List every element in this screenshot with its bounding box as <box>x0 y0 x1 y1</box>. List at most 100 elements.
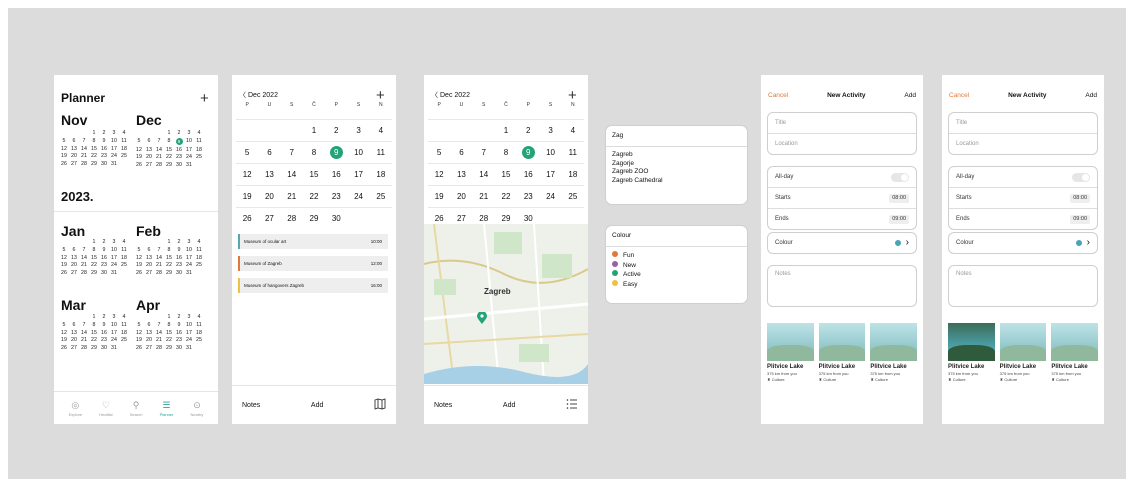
day-cell[interactable]: 13 <box>144 255 154 263</box>
day-cell[interactable]: 27 <box>144 345 154 353</box>
day-cell[interactable]: 21 <box>154 337 164 345</box>
day-cell[interactable]: 6 <box>144 322 154 330</box>
day-cell[interactable]: 14 <box>154 147 164 155</box>
day-cell[interactable]: 2 <box>517 126 539 135</box>
day-cell[interactable]: 26 <box>134 162 144 170</box>
day-cell[interactable]: 25 <box>119 262 129 270</box>
notes-field[interactable]: Notes <box>948 265 1098 307</box>
day-cell[interactable]: 1 <box>164 314 174 322</box>
day-cell[interactable]: 12 <box>236 170 258 179</box>
day-cell[interactable]: 7 <box>79 138 89 146</box>
day-cell[interactable]: 16 <box>99 255 109 263</box>
day-cell[interactable]: 18 <box>119 330 129 338</box>
day-cell[interactable]: 30 <box>325 214 347 223</box>
day-cell[interactable]: 14 <box>79 255 89 263</box>
search-result[interactable]: Zagreb ZOO <box>612 168 741 177</box>
day-cell[interactable]: 9 <box>99 247 109 255</box>
day-cell[interactable]: 25 <box>119 153 129 161</box>
day-cell[interactable]: 19 <box>59 153 69 161</box>
day-cell[interactable]: 12 <box>428 170 450 179</box>
day-cell[interactable]: 9 <box>517 146 539 159</box>
event-item[interactable]: Museum of Zagreb 12:00 <box>238 256 388 271</box>
day-cell[interactable]: 28 <box>154 345 164 353</box>
day-cell[interactable]: 16 <box>174 330 184 338</box>
day-cell[interactable]: 22 <box>89 337 99 345</box>
day-cell[interactable]: 12 <box>59 330 69 338</box>
day-cell[interactable]: 30 <box>99 270 109 278</box>
day-cell[interactable]: 20 <box>144 262 154 270</box>
day-cell[interactable]: 31 <box>184 270 194 278</box>
notes-field[interactable]: Notes <box>767 265 917 307</box>
day-cell[interactable]: 4 <box>194 314 204 322</box>
day-cell[interactable]: 8 <box>89 138 99 146</box>
day-cell[interactable]: 22 <box>164 337 174 345</box>
day-cell[interactable]: 17 <box>109 146 119 154</box>
day-cell[interactable]: 8 <box>164 138 174 147</box>
day-cell[interactable]: 11 <box>119 138 129 146</box>
ends-time[interactable]: 09:00 <box>889 214 909 224</box>
day-cell[interactable]: 18 <box>119 146 129 154</box>
place-card[interactable]: Plitvice Lake 375 km from you ♜ Culture <box>767 323 814 382</box>
day-cell[interactable]: 18 <box>194 147 204 155</box>
day-cell[interactable]: 1 <box>164 130 174 138</box>
day-cell[interactable]: 3 <box>184 130 194 138</box>
day-cell[interactable]: 8 <box>89 247 99 255</box>
day-cell[interactable]: 16 <box>517 170 539 179</box>
day-cell[interactable]: 25 <box>194 154 204 162</box>
day-cell[interactable]: 14 <box>154 255 164 263</box>
add-button[interactable]: + <box>200 91 209 106</box>
day-cell[interactable]: 1 <box>164 239 174 247</box>
day-cell[interactable]: 18 <box>119 255 129 263</box>
day-cell[interactable]: 30 <box>517 214 539 223</box>
day-cell[interactable]: 21 <box>79 262 89 270</box>
notes-button[interactable]: Notes <box>242 402 260 409</box>
day-cell[interactable]: 31 <box>109 345 119 353</box>
day-cell[interactable]: 13 <box>258 170 280 179</box>
day-cell[interactable]: 10 <box>539 148 561 157</box>
day-cell[interactable]: 5 <box>134 138 144 147</box>
day-cell[interactable]: 29 <box>89 345 99 353</box>
day-cell[interactable]: 14 <box>473 170 495 179</box>
day-cell[interactable]: 6 <box>258 148 280 157</box>
day-cell[interactable]: 24 <box>109 262 119 270</box>
allday-toggle[interactable] <box>891 172 909 182</box>
day-cell[interactable]: 18 <box>562 170 584 179</box>
day-cell[interactable]: 30 <box>99 161 109 169</box>
day-cell[interactable]: 31 <box>109 270 119 278</box>
day-cell[interactable]: 15 <box>164 330 174 338</box>
day-cell[interactable]: 24 <box>109 153 119 161</box>
day-cell[interactable]: 28 <box>79 345 89 353</box>
day-cell[interactable]: 2 <box>325 126 347 135</box>
day-cell[interactable]: 23 <box>174 154 184 162</box>
tab-nearby[interactable]: ⊙ Nearby <box>191 400 204 417</box>
day-cell[interactable]: 8 <box>495 148 517 157</box>
mini-calendar[interactable]: 1 2 3 4 5 6 7 8 9 10 11 12 13 14 15 16 17 18 19 20 21 22 23 24 2… <box>59 239 129 278</box>
place-card[interactable]: Plitvice Lake 375 km from you ♜ Culture <box>999 323 1047 382</box>
day-cell[interactable]: 19 <box>134 154 144 162</box>
day-cell[interactable]: 5 <box>59 322 69 330</box>
month-header[interactable]: 〈 Dec 2022 <box>239 90 278 100</box>
day-cell[interactable]: 14 <box>281 170 303 179</box>
day-cell[interactable]: 2 <box>99 130 109 138</box>
day-cell[interactable]: 10 <box>184 247 194 255</box>
day-cell[interactable]: 28 <box>473 214 495 223</box>
day-cell[interactable]: 1 <box>89 239 99 247</box>
day-cell[interactable]: 17 <box>184 147 194 155</box>
colour-row[interactable]: Colour › <box>767 232 917 254</box>
day-cell[interactable]: 3 <box>184 239 194 247</box>
day-cell[interactable]: 29 <box>164 162 174 170</box>
day-cell[interactable]: 24 <box>184 262 194 270</box>
event-item[interactable]: Museum of ocular art 10:00 <box>238 234 388 249</box>
day-cell[interactable]: 4 <box>194 130 204 138</box>
title-field[interactable]: Title <box>768 113 916 133</box>
day-cell[interactable]: 1 <box>89 130 99 138</box>
day-cell[interactable]: 11 <box>370 148 392 157</box>
day-cell[interactable]: 15 <box>164 255 174 263</box>
day-cell[interactable]: 17 <box>109 255 119 263</box>
day-cell[interactable]: 12 <box>134 255 144 263</box>
day-cell[interactable]: 13 <box>144 330 154 338</box>
day-cell[interactable]: 17 <box>539 170 561 179</box>
day-cell[interactable]: 27 <box>450 214 472 223</box>
day-cell[interactable]: 18 <box>194 255 204 263</box>
day-cell[interactable]: 25 <box>194 262 204 270</box>
